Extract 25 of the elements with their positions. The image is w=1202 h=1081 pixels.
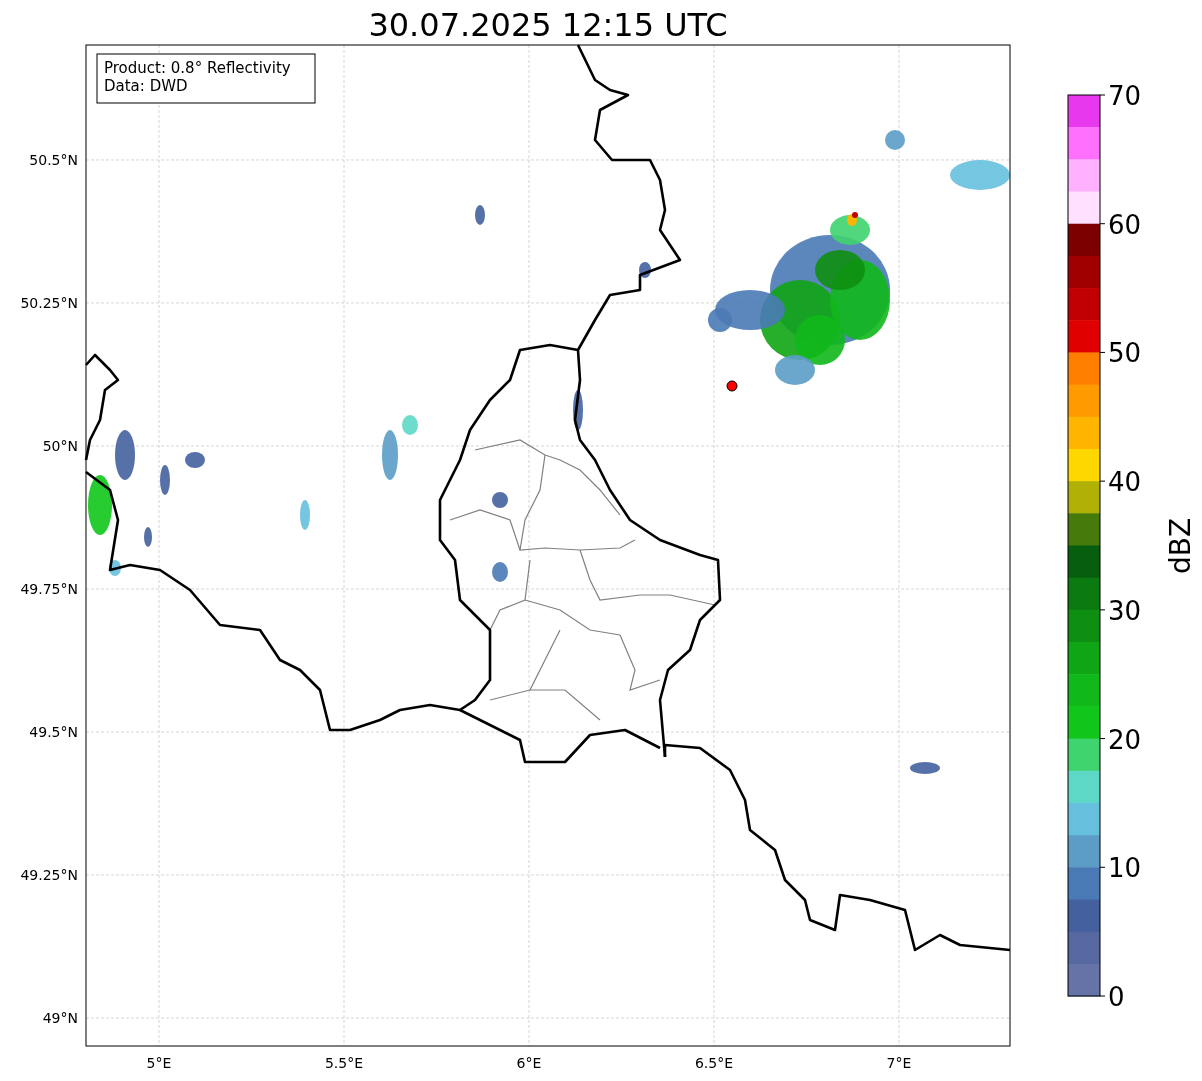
latitude-label: 50.5°N bbox=[29, 151, 78, 168]
radar-site-marker bbox=[726, 380, 738, 392]
longitude-label: 5°E bbox=[146, 1055, 172, 1071]
latitude-label: 49°N bbox=[42, 1009, 78, 1026]
longitude-label: 6.5°E bbox=[694, 1055, 734, 1071]
colorbar-tick-label: 50 bbox=[1108, 338, 1142, 369]
map-title: 30.07.2025 12:15 UTC bbox=[368, 6, 728, 44]
longitude-label: 5.5°E bbox=[324, 1055, 364, 1071]
colorbar-label: dBZ bbox=[1164, 517, 1197, 575]
colorbar-tick-label: 0 bbox=[1108, 982, 1125, 1012]
info-text: Product: 0.8° Reflectivity bbox=[104, 59, 291, 77]
info-text: Data: DWD bbox=[104, 77, 188, 95]
colorbar-tick-label: 30 bbox=[1108, 595, 1142, 626]
colorbar-tick-label: 10 bbox=[1108, 853, 1142, 884]
latitude-label: 49.75°N bbox=[20, 580, 78, 597]
latitude-label: 50°N bbox=[42, 437, 78, 454]
longitude-label: 6°E bbox=[516, 1055, 542, 1071]
latitude-label: 50.25°N bbox=[20, 294, 78, 311]
colorbar-tick-label: 60 bbox=[1108, 209, 1142, 240]
latitude-label: 49.5°N bbox=[29, 723, 78, 740]
longitude-label: 7°E bbox=[886, 1055, 912, 1071]
colorbar-tick-label: 40 bbox=[1108, 467, 1142, 498]
colorbar-tick-label: 20 bbox=[1108, 724, 1142, 755]
colorbar-tick-label: 70 bbox=[1108, 81, 1142, 111]
latitude-label: 49.25°N bbox=[20, 866, 78, 883]
